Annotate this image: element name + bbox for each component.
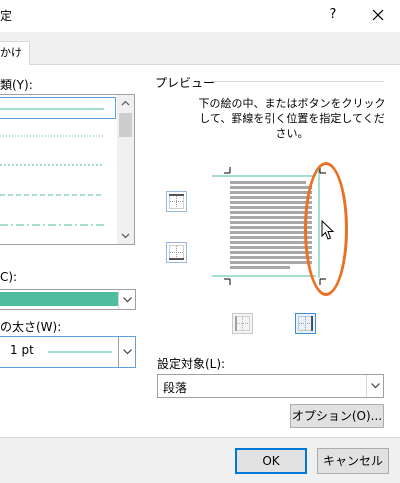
border-style-list[interactable] <box>0 94 135 245</box>
scroll-down-icon[interactable] <box>117 227 134 244</box>
width-label: の太さ(W): <box>0 320 62 334</box>
title-bar: 定 ? <box>0 0 400 32</box>
scroll-thumb[interactable] <box>119 113 132 137</box>
list-item-dash-dot[interactable] <box>0 214 116 236</box>
close-icon <box>372 9 384 21</box>
solid-line-sample <box>0 108 104 110</box>
top-border-icon <box>169 194 184 209</box>
tab-label: かけ <box>0 46 22 59</box>
apply-to-value: 段落 <box>163 381 188 395</box>
mouse-cursor-icon <box>321 220 335 240</box>
left-border-button[interactable] <box>232 313 253 334</box>
color-swatch <box>0 292 118 306</box>
dialog-title: 定 <box>0 9 13 23</box>
chevron-down-icon[interactable] <box>118 337 135 367</box>
right-border-button[interactable] <box>295 313 316 334</box>
apply-to-label: 設定対象(L): <box>157 357 226 371</box>
left-border-icon <box>235 316 250 331</box>
ok-button[interactable]: OK <box>235 448 307 474</box>
dash-dot-line-sample <box>0 224 104 226</box>
options-button[interactable]: オプション(O)... <box>290 404 384 428</box>
bottom-border-button[interactable] <box>166 242 187 263</box>
list-item-dotted[interactable] <box>0 154 116 176</box>
list-item-dashed[interactable] <box>0 184 116 206</box>
color-label: C): <box>0 270 18 284</box>
style-label: 類(Y): <box>0 78 33 92</box>
cancel-button[interactable]: キャンセル <box>317 448 389 474</box>
preview-instructions: 下の絵の中、またはボタンをクリックして、罫線を引く位置を指定してください。 <box>198 97 386 140</box>
group-separator <box>211 81 384 82</box>
dotted-line-sample <box>0 164 104 166</box>
width-value: 1 pt <box>10 343 34 357</box>
right-border-icon <box>298 316 313 331</box>
list-item-dotted[interactable] <box>0 125 116 147</box>
style-list-scrollbar[interactable] <box>117 95 134 244</box>
width-line-sample <box>48 351 112 353</box>
scroll-up-icon[interactable] <box>117 95 134 112</box>
dotted-line-sample <box>0 135 104 137</box>
tab-shading[interactable]: かけ <box>0 41 30 65</box>
top-border-button[interactable] <box>166 191 187 212</box>
chevron-down-icon[interactable] <box>366 375 383 397</box>
help-button[interactable]: ? <box>322 4 344 26</box>
dashed-line-sample <box>0 194 104 196</box>
apply-to-dropdown[interactable]: 段落 <box>157 374 384 398</box>
chevron-down-icon[interactable] <box>118 290 135 309</box>
close-button[interactable] <box>362 2 394 28</box>
preview-group-title: プレビュー <box>155 76 216 90</box>
bottom-border-icon <box>169 245 184 260</box>
list-item-solid[interactable] <box>0 97 116 119</box>
